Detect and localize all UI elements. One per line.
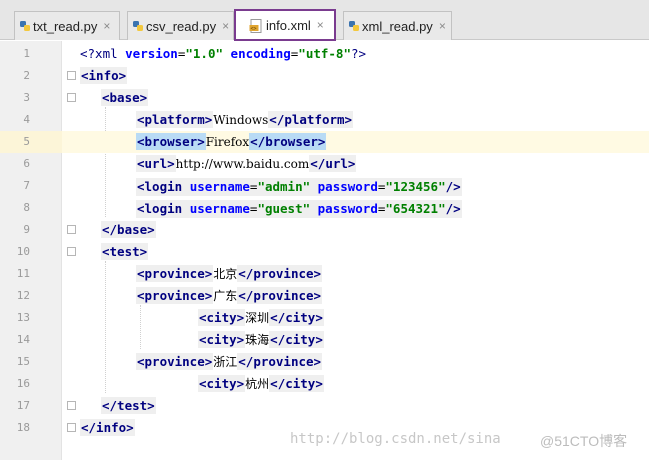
line-number: 9	[23, 223, 30, 236]
line-number: 3	[23, 91, 30, 104]
code-text[interactable]: <test>	[101, 243, 149, 260]
code-text[interactable]: <city>深圳</city>	[198, 309, 324, 326]
code-text[interactable]: <platform>Windows</platform>	[136, 111, 354, 128]
code-line: 1 <?xml version="1.0" encoding="utf-8"?>	[0, 43, 649, 65]
code-text[interactable]: <province>北京</province>	[136, 265, 323, 282]
close-tab-icon[interactable]: ×	[439, 19, 446, 33]
fold-toggle-icon[interactable]	[67, 401, 76, 410]
code-line: 12 <province>广东</province>	[0, 285, 649, 307]
code-text[interactable]: <province>广东</province>	[136, 287, 323, 304]
line-number: 15	[16, 355, 30, 368]
code-text[interactable]: <info>	[80, 67, 128, 84]
code-text[interactable]: <province>浙江</province>	[136, 353, 323, 370]
tab-label: csv_read.py	[146, 18, 217, 34]
code-line: 9 </base>	[0, 219, 649, 241]
tab-info-xml[interactable]: <> info.xml ×	[234, 9, 336, 41]
line-number: 4	[23, 113, 30, 126]
current-code-line: 5 <browser>Firefox</browser>	[0, 131, 649, 153]
code-line: 15 <province>浙江</province>	[0, 351, 649, 373]
tab-xml-read-py[interactable]: xml_read.py ×	[343, 11, 452, 40]
code-line: 2 <info>	[0, 65, 649, 87]
code-text[interactable]: </base>	[101, 221, 156, 238]
code-line: 14 <city>珠海</city>	[0, 329, 649, 351]
fold-toggle-icon[interactable]	[67, 423, 76, 432]
code-text[interactable]: <login username="guest" password="654321…	[136, 200, 462, 218]
line-number: 12	[16, 289, 30, 302]
python-file-icon	[20, 21, 30, 31]
code-line: 13 <city>深圳</city>	[0, 307, 649, 329]
line-number: 8	[23, 201, 30, 214]
code-line: 17 </test>	[0, 395, 649, 417]
code-line: 3 <base>	[0, 87, 649, 109]
fold-toggle-icon[interactable]	[67, 225, 76, 234]
tab-label: xml_read.py	[362, 18, 433, 34]
close-tab-icon[interactable]: ×	[317, 18, 324, 32]
close-tab-icon[interactable]: ×	[222, 19, 229, 33]
line-number: 13	[16, 311, 30, 324]
code-text[interactable]: <login username="admin" password="123456…	[136, 178, 462, 196]
code-line: 7 <login username="admin" password="1234…	[0, 175, 649, 197]
fold-toggle-icon[interactable]	[67, 71, 76, 80]
code-line: 4 <platform>Windows</platform>	[0, 109, 649, 131]
line-number: 10	[16, 245, 30, 258]
python-file-icon	[349, 21, 359, 31]
code-line: 6 <url>http://www.baidu.com</url>	[0, 153, 649, 175]
code-line: 8 <login username="guest" password="6543…	[0, 197, 649, 219]
line-number: 18	[16, 421, 30, 434]
tab-txt-read-py[interactable]: txt_read.py ×	[14, 11, 120, 40]
code-text[interactable]: <browser>Firefox</browser>	[136, 133, 327, 150]
code-line: 11 <province>北京</province>	[0, 263, 649, 285]
watermark-url: http://blog.csdn.net/sina	[290, 431, 501, 447]
line-number: 17	[16, 399, 30, 412]
code-text[interactable]: </test>	[101, 397, 156, 414]
code-text[interactable]: <city>杭州</city>	[198, 375, 324, 392]
python-file-icon	[133, 21, 143, 31]
code-line: 10 <test>	[0, 241, 649, 263]
line-number: 11	[16, 267, 30, 280]
line-number: 16	[16, 377, 30, 390]
fold-toggle-icon[interactable]	[67, 247, 76, 256]
code-text[interactable]: <base>	[101, 89, 149, 106]
watermark-brand: @51CTO博客	[540, 433, 628, 449]
tab-label: txt_read.py	[33, 18, 98, 34]
code-line: 16 <city>杭州</city>	[0, 373, 649, 395]
line-number: 5	[23, 135, 30, 148]
fold-toggle-icon[interactable]	[67, 93, 76, 102]
editor-tab-bar: txt_read.py × csv_read.py × <> info.xml …	[0, 0, 649, 41]
line-number: 6	[23, 157, 30, 170]
code-text[interactable]: <?xml version="1.0" encoding="utf-8"?>	[80, 46, 366, 62]
line-number: 1	[23, 47, 30, 60]
code-editor[interactable]: 1 <?xml version="1.0" encoding="utf-8"?>…	[0, 41, 649, 460]
line-number: 14	[16, 333, 30, 346]
xml-file-icon: <>	[249, 19, 262, 33]
tab-csv-read-py[interactable]: csv_read.py ×	[127, 11, 234, 40]
close-tab-icon[interactable]: ×	[103, 19, 110, 33]
tab-label: info.xml	[266, 17, 311, 33]
svg-text:<>: <>	[251, 26, 257, 32]
code-text[interactable]: </info>	[80, 419, 135, 436]
code-text[interactable]: <city>珠海</city>	[198, 331, 324, 348]
code-text[interactable]: <url>http://www.baidu.com</url>	[136, 155, 357, 172]
line-number: 2	[23, 69, 30, 82]
line-number: 7	[23, 179, 30, 192]
